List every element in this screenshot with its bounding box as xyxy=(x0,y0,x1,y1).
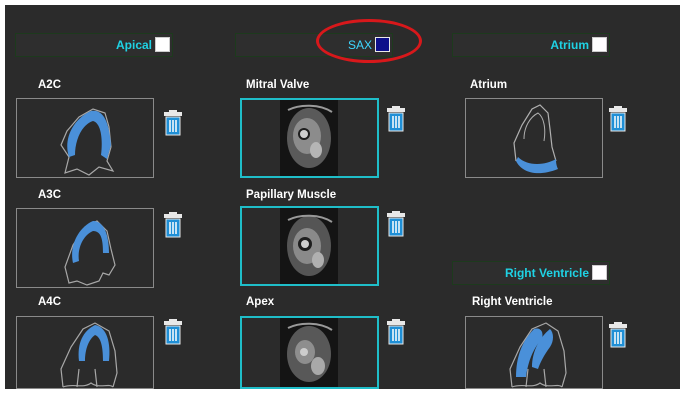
trash-icon xyxy=(609,322,627,348)
mitral-valve-mri-image xyxy=(280,100,338,176)
atrium-header: Atrium xyxy=(452,33,610,57)
apex-thumbnail[interactable] xyxy=(240,316,379,389)
right-ventricle-title: Right Ventricle xyxy=(472,296,553,308)
mitral-valve-title: Mitral Valve xyxy=(246,79,310,91)
apex-title: Apex xyxy=(246,296,275,308)
mitral-valve-thumbnail[interactable] xyxy=(240,98,379,178)
a2c-delete-button[interactable] xyxy=(163,110,183,136)
atrium-delete-button[interactable] xyxy=(608,106,628,132)
atrium-checkbox[interactable] xyxy=(592,37,607,52)
sax-checkbox[interactable] xyxy=(375,37,390,52)
mitral-valve-delete-button[interactable] xyxy=(386,106,406,132)
trash-icon xyxy=(164,212,182,238)
sax-header: SAX xyxy=(235,33,393,57)
atrium-header-label: Atrium xyxy=(550,38,589,52)
trash-icon xyxy=(609,106,627,132)
right-ventricle-contour-icon xyxy=(509,322,567,388)
papillary-muscle-delete-button[interactable] xyxy=(386,211,406,237)
trash-icon xyxy=(387,106,405,132)
apical-header: Apical xyxy=(15,33,173,57)
trash-icon xyxy=(164,110,182,136)
apical-checkbox[interactable] xyxy=(155,37,170,52)
a4c-contour-icon xyxy=(60,322,118,388)
a3c-contour-icon xyxy=(64,220,116,286)
a3c-thumbnail[interactable] xyxy=(16,208,154,288)
right-ventricle-header-label: Right Ventricle xyxy=(504,266,589,280)
a2c-contour-icon xyxy=(60,108,115,176)
a4c-thumbnail[interactable] xyxy=(16,316,154,389)
a2c-title: A2C xyxy=(38,79,62,91)
sax-header-label: SAX xyxy=(347,38,372,52)
segmentation-panel: Apical SAX Atrium Right Ventricle A2C A3… xyxy=(5,5,680,389)
right-ventricle-thumbnail[interactable] xyxy=(465,316,603,389)
papillary-muscle-thumbnail[interactable] xyxy=(240,206,379,286)
a3c-delete-button[interactable] xyxy=(163,212,183,238)
trash-icon xyxy=(387,211,405,237)
apex-mri-image xyxy=(280,318,338,387)
atrium-title: Atrium xyxy=(470,79,508,91)
right-ventricle-checkbox[interactable] xyxy=(592,265,607,280)
trash-icon xyxy=(164,319,182,345)
apex-delete-button[interactable] xyxy=(386,319,406,345)
a3c-title: A3C xyxy=(38,189,62,201)
papillary-muscle-title: Papillary Muscle xyxy=(246,189,337,201)
apical-header-label: Apical xyxy=(115,38,152,52)
trash-icon xyxy=(387,319,405,345)
right-ventricle-header: Right Ventricle xyxy=(452,261,610,285)
a4c-delete-button[interactable] xyxy=(163,319,183,345)
right-ventricle-delete-button[interactable] xyxy=(608,322,628,348)
a4c-title: A4C xyxy=(38,296,62,308)
atrium-thumbnail[interactable] xyxy=(465,98,603,178)
papillary-muscle-mri-image xyxy=(280,208,338,284)
atrium-contour-icon xyxy=(513,104,558,174)
a2c-thumbnail[interactable] xyxy=(16,98,154,178)
